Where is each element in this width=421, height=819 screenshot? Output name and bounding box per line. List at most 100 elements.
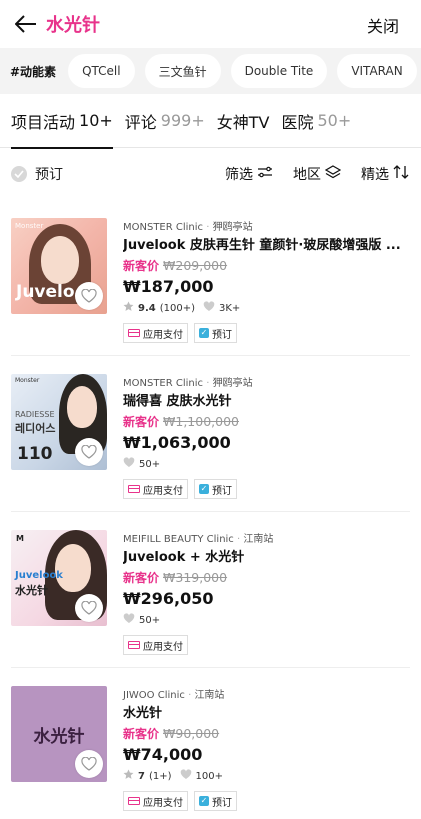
filter-label: 筛选 [225, 167, 253, 183]
heart-icon [123, 457, 135, 471]
chip-double-tite[interactable]: Double Tite [230, 54, 328, 88]
reserve-toggle[interactable]: 预订 [11, 164, 63, 184]
list-item[interactable]: M Juvelook 水光针 MEIFILL BEAUTY Clinic · 江… [11, 512, 410, 668]
rating: 7 [138, 770, 145, 782]
new-customer-tag: 新客价 [123, 727, 160, 741]
thumb-figure [41, 236, 79, 284]
heart-icon [203, 301, 215, 315]
like-count: 3K+ [219, 302, 241, 314]
card-icon [128, 485, 140, 493]
thumb-korean-title: 레디어스 [15, 422, 56, 435]
price: ₩74,000 [123, 745, 203, 764]
check-icon: ✓ [199, 484, 209, 494]
price: ₩1,063,000 [123, 433, 231, 452]
heart-icon[interactable] [75, 750, 103, 778]
thumb-title: 水光针 [33, 726, 85, 747]
badge-reserve: ✓ 预订 [194, 791, 237, 811]
clinic-name: MEIFILL BEAUTY Clinic [123, 534, 234, 545]
price: ₩187,000 [123, 277, 214, 296]
thumb-figure [67, 386, 97, 428]
star-icon [123, 769, 134, 783]
badge-app-pay: 应用支付 [123, 791, 188, 811]
tab-count: 50+ [317, 111, 352, 130]
product-thumbnail[interactable]: M Juvelook 水光针 [11, 530, 107, 626]
tab-label: 项目活动 [11, 112, 76, 132]
badge-label: 应用支付 [143, 797, 183, 809]
product-name: Juvelook 皮肤再生针 童颜针·玻尿酸增强版 ... [123, 238, 401, 253]
sort-label: 精选 [361, 167, 389, 183]
clinic-name: MONSTER Clinic [123, 378, 204, 389]
product-name: 瑞得喜 皮肤水光针 [123, 394, 232, 409]
original-price: ₩209,000 [163, 258, 228, 273]
sort-arrows-icon [393, 165, 409, 183]
review-count: (100+) [159, 302, 195, 314]
product-thumbnail[interactable]: Monster Juvelo [11, 218, 107, 314]
chip-salmon-injection[interactable]: 三文鱼针 [144, 54, 221, 88]
region-label: 地区 [293, 167, 321, 183]
tab-reviews[interactable]: 评论 999+ [125, 94, 205, 148]
thumb-number: 110 [17, 444, 53, 464]
product-name: Juvelook + 水光针 [123, 550, 245, 565]
badge-label: 预订 [212, 797, 232, 809]
heart-icon [180, 769, 192, 783]
tab-goddess-tv[interactable]: 女神TV [217, 94, 270, 148]
badge-reserve: ✓ 预订 [194, 479, 237, 499]
tab-label: 女神TV [216, 112, 270, 132]
card-icon [128, 329, 140, 337]
chip-bar-label: #动能素 [10, 64, 57, 79]
rating: 9.4 [138, 302, 156, 314]
top-bar: 水光针 关闭 [0, 0, 421, 48]
badge-reserve: ✓ 预订 [194, 323, 237, 343]
station-name: 江南站 [243, 534, 274, 545]
station-name: 狎鸥亭站 [212, 378, 253, 389]
star-icon [123, 301, 134, 315]
heart-icon[interactable] [75, 438, 103, 466]
region-button[interactable]: 地区 [293, 164, 342, 184]
m-logo-icon: M [16, 534, 24, 543]
heart-icon[interactable] [75, 594, 103, 622]
thumb-title: Juvelo [16, 282, 75, 302]
list-item[interactable]: 水光针 JIWOO Clinic · 江南站 水光针 新客价 ₩90,000 ₩7… [11, 668, 410, 819]
keyword-chip-bar: #动能素 QTCell 三文鱼针 Double Tite VITARAN [0, 48, 421, 94]
new-customer-tag: 新客价 [123, 571, 160, 585]
check-icon: ✓ [199, 796, 209, 806]
sort-button[interactable]: 精选 [361, 164, 409, 184]
list-item[interactable]: Monster Juvelo MONSTER Clinic · 狎鸥亭站 Juv… [11, 200, 410, 356]
thumb-figure [55, 544, 91, 592]
filter-button[interactable]: 筛选 [225, 164, 273, 184]
thumb-brand: Juvelook [15, 570, 63, 581]
badge-app-pay: 应用支付 [123, 323, 188, 343]
badge-app-pay: 应用支付 [123, 635, 188, 655]
station-name: 狎鸥亭站 [212, 222, 253, 233]
heart-icon[interactable] [75, 282, 103, 310]
badge-label: 应用支付 [143, 329, 183, 341]
tab-label: 评论 [124, 112, 157, 132]
original-price: ₩319,000 [163, 570, 228, 585]
product-thumbnail[interactable]: 水光针 [11, 686, 107, 782]
tab-hospitals[interactable]: 医院 50+ [281, 94, 351, 148]
sliders-icon [257, 166, 273, 182]
back-arrow-icon[interactable] [12, 10, 40, 38]
chip-qtcell[interactable]: QTCell [68, 54, 135, 88]
tab-count: 999+ [160, 111, 205, 130]
new-customer-tag: 新客价 [123, 415, 160, 429]
product-list: Monster Juvelo MONSTER Clinic · 狎鸥亭站 Juv… [0, 200, 421, 819]
thumb-title: 水光针 [15, 584, 48, 597]
product-thumbnail[interactable]: Monster RADIESSE 레디어스 110 [11, 374, 107, 470]
close-button[interactable]: 关闭 [367, 13, 399, 37]
tab-count: 10+ [79, 111, 113, 130]
tab-events[interactable]: 项目活动 10+ [11, 94, 113, 149]
page-title: 水光针 [46, 15, 100, 36]
chip-vitaran[interactable]: VITARAN [337, 54, 417, 88]
badge-label: 预订 [212, 485, 232, 497]
thumb-brand: Monster [15, 377, 40, 384]
like-count: 50+ [139, 614, 161, 626]
check-icon: ✓ [199, 328, 209, 338]
new-customer-tag: 新客价 [123, 259, 160, 273]
station-name: 江南站 [194, 690, 225, 701]
price: ₩296,050 [123, 589, 214, 608]
like-count: 100+ [195, 770, 223, 782]
reserve-label: 预订 [35, 167, 63, 183]
filter-bar: 预订 筛选 地区 精选 [0, 148, 421, 200]
list-item[interactable]: Monster RADIESSE 레디어스 110 MONSTER Clinic… [11, 356, 410, 512]
